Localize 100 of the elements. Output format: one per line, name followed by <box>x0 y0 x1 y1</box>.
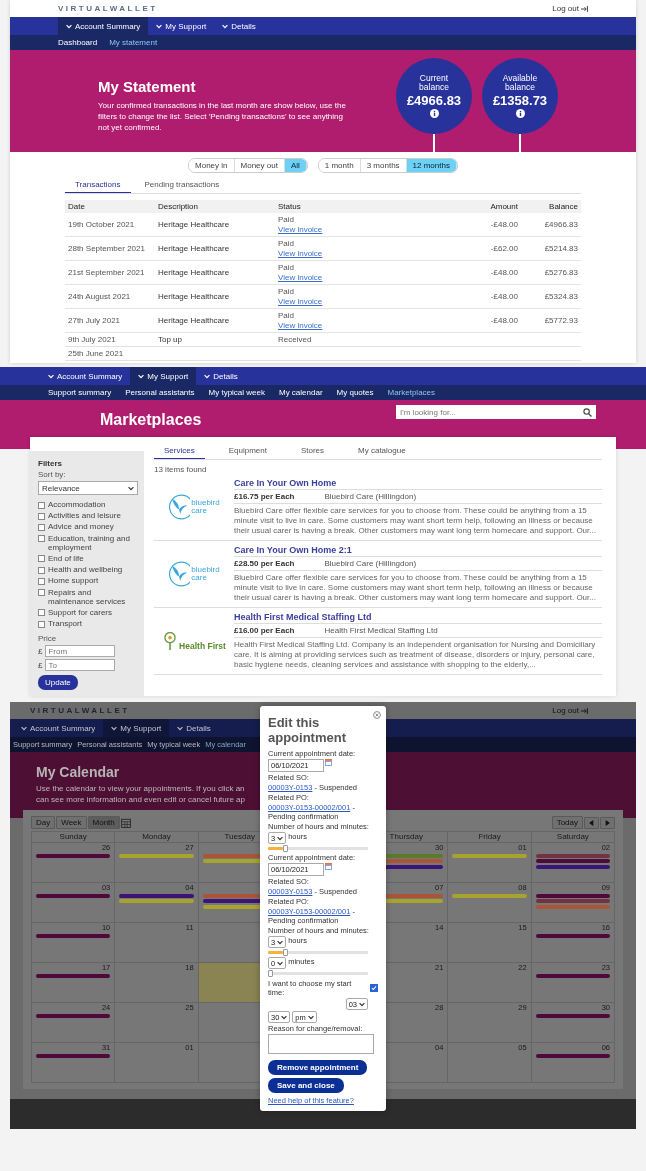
subnav-link[interactable]: My typical week <box>208 388 265 397</box>
tab[interactable]: Equipment <box>218 443 277 459</box>
nav-tab[interactable]: Account Summary <box>58 17 149 35</box>
checkbox[interactable] <box>38 512 45 520</box>
checkbox[interactable] <box>370 984 378 993</box>
filter-toggle[interactable]: All <box>284 159 307 172</box>
table-cell-text: 21st September 2021 <box>68 268 146 277</box>
tab[interactable]: Transactions <box>65 177 131 193</box>
status-text: Paid <box>278 262 295 273</box>
calendar-icon[interactable] <box>120 817 131 828</box>
logout-link[interactable]: Log out <box>552 4 588 13</box>
checkbox[interactable] <box>38 555 45 563</box>
results-count: 13 items found <box>154 465 208 474</box>
item-provider: Bluebird Care (Hillingdon) <box>324 492 417 501</box>
nav-tab[interactable]: My Support <box>148 17 215 35</box>
subnav-link[interactable]: My statement <box>109 38 158 47</box>
dialog-button[interactable]: Remove appointment <box>268 1060 368 1076</box>
page-title: My Statement <box>98 78 197 95</box>
nav-tab[interactable]: Account Summary <box>40 367 131 385</box>
tab[interactable]: My catalogue <box>348 443 416 459</box>
subnav-link[interactable]: Support summary <box>48 388 112 397</box>
search-field[interactable]: I'm looking for... <box>396 405 596 419</box>
item-provider: Health First Medical Staffing Ltd <box>324 626 438 635</box>
nav-tab[interactable]: Details <box>196 367 246 385</box>
sort-dropdown[interactable]: Relevance <box>38 481 138 495</box>
caret-icon <box>277 960 284 966</box>
info-icon[interactable] <box>429 109 439 119</box>
page-title: My Calendar <box>36 764 120 781</box>
period-toggle[interactable]: 12 months <box>406 159 457 172</box>
column-header: Description <box>158 202 199 211</box>
update-button[interactable]: Update <box>38 675 78 691</box>
subnav-link[interactable]: Dashboard <box>58 38 98 47</box>
weekday-header: Friday <box>478 832 501 842</box>
currency-symbol: £ <box>38 646 43 656</box>
previous-button[interactable] <box>584 816 599 829</box>
balance-amount: £4966.83 <box>406 93 462 109</box>
checkbox[interactable] <box>38 620 45 628</box>
invoice-link[interactable]: View invoice <box>278 248 458 259</box>
next-button[interactable] <box>600 816 615 829</box>
invoice-link[interactable]: View invoice <box>278 296 458 307</box>
tab[interactable]: Stores <box>290 443 335 459</box>
nav-tab[interactable]: Details <box>214 17 264 35</box>
info-icon[interactable] <box>515 109 525 119</box>
invoice-link[interactable]: View invoice <box>278 272 458 283</box>
caret-icon <box>128 485 134 491</box>
view-toggle[interactable]: Week <box>56 816 87 830</box>
checkbox[interactable] <box>38 566 45 574</box>
left-arrow-icon <box>589 819 594 826</box>
subnav-link[interactable]: Personal assistants <box>125 388 195 397</box>
subnav-link[interactable]: My calendar <box>279 388 323 397</box>
nav-tab[interactable]: My Support <box>130 367 197 385</box>
nav-tab[interactable]: Account Summary <box>13 719 104 738</box>
calendar-icon[interactable] <box>325 759 332 767</box>
balance-amount: £1358.73 <box>492 93 548 109</box>
dialog-title: Edit this appointment <box>268 716 347 747</box>
close-icon[interactable] <box>373 711 381 720</box>
table-cell-text: Heritage Healthcare <box>158 268 231 277</box>
checkbox[interactable] <box>38 609 45 617</box>
category-label: Health and wellbeing <box>48 565 123 575</box>
item-title-link[interactable]: Care In Your Own Home 2:1 <box>234 545 602 557</box>
checkbox[interactable] <box>38 523 45 531</box>
nav-tab[interactable]: Details <box>169 719 219 738</box>
invoice-link[interactable]: View invoice <box>278 320 458 331</box>
invoice-link[interactable]: View invoice <box>278 224 458 235</box>
subnav-link[interactable]: Marketplaces <box>387 388 436 397</box>
checkbox[interactable] <box>38 589 45 596</box>
slider-thumb[interactable] <box>268 970 273 978</box>
calendar-icon[interactable] <box>325 863 332 871</box>
period-toggle[interactable]: 1 month <box>318 159 361 172</box>
nav-tab[interactable]: My Support <box>103 719 170 738</box>
today-button[interactable]: Today <box>551 816 583 830</box>
reason-textarea[interactable] <box>268 1034 374 1055</box>
item-description: Health First Medical Staffing Ltd. Company is an independent organisation for Nursing and Domiciliary care. It is aiming at providing services such as treatment of disease, disorders or injury, personal care, basic hygiene needs, cleaning services and assistance with shopping to the elderly,... <box>234 637 602 670</box>
checkbox[interactable] <box>38 577 45 585</box>
table-cell-text: 27th July 2021 <box>68 316 122 325</box>
weekday-header: Tuesday <box>224 832 255 842</box>
logo: VIRTUALWALLET <box>30 706 130 716</box>
item-title-link[interactable]: Care In Your Own Home <box>234 478 602 490</box>
price-input[interactable]: From <box>45 645 116 658</box>
item-title-link[interactable]: Health First Medical Staffing Ltd <box>234 612 602 624</box>
page-description: can see more information and even edit or cancel future ap <box>36 794 245 806</box>
logout-link[interactable]: Log out <box>552 706 588 716</box>
tab[interactable]: Pending transactions <box>134 177 230 193</box>
subnav-link[interactable]: My quotes <box>336 388 374 397</box>
tab[interactable]: Services <box>154 443 205 459</box>
checkbox[interactable] <box>38 501 45 509</box>
exit-icon <box>581 707 588 714</box>
dialog-button[interactable]: Save and close <box>268 1078 344 1094</box>
table-cell-text: 19th October 2021 <box>68 220 136 229</box>
table-cell-text: £4966.83 <box>543 220 578 229</box>
table-cell-text: 9th July 2021 <box>68 335 117 344</box>
price-label: Price <box>38 634 58 644</box>
slider-thumb[interactable] <box>283 845 288 853</box>
price-input[interactable]: To <box>45 659 116 672</box>
checkbox[interactable] <box>38 535 45 543</box>
filter-toggle[interactable]: Money in <box>189 159 235 172</box>
status-text: Paid <box>278 214 295 225</box>
view-toggle[interactable]: Day <box>31 816 56 830</box>
slider-thumb[interactable] <box>283 949 288 957</box>
currency-symbol: £ <box>38 660 43 670</box>
